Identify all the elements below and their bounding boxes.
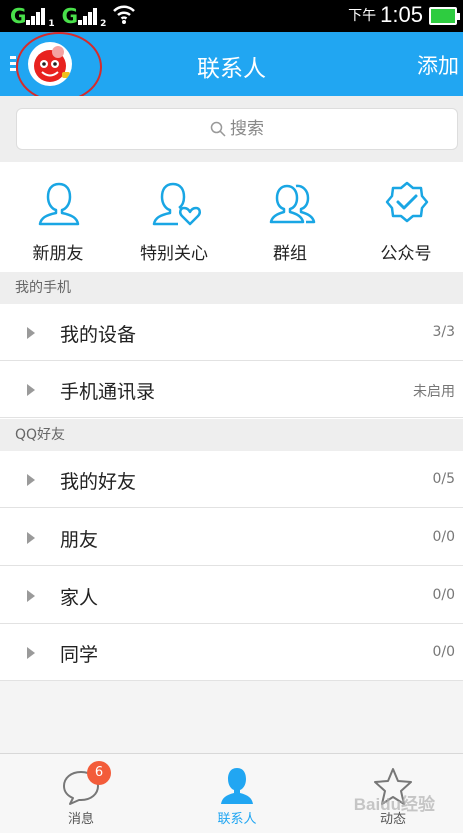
quick-entry-new-friend[interactable]: 新朋友	[0, 162, 116, 272]
carrier-2: G	[61, 4, 79, 28]
signal-bars-icon	[26, 7, 48, 25]
list-item-phone-contacts[interactable]: 手机通讯录 未启用	[0, 361, 463, 418]
contacts-icon	[221, 768, 253, 804]
list-item-count: 0/0	[432, 587, 455, 603]
quick-entry-official-account[interactable]: 公众号	[348, 162, 463, 272]
expand-arrow-icon	[27, 590, 35, 602]
status-bar: G1 G2 下午 1:05	[0, 0, 463, 32]
signal-bars-icon	[78, 7, 100, 25]
quick-entry-label: 公众号	[380, 244, 432, 264]
expand-arrow-icon	[27, 647, 35, 659]
special-care-icon	[152, 182, 201, 226]
list-item-label: 我的设备	[60, 324, 137, 346]
list-item-label: 朋友	[60, 529, 99, 551]
list-item-classmates[interactable]: 同学 0/0	[0, 624, 463, 681]
list-item-count: 未启用	[413, 384, 455, 400]
expand-arrow-icon	[27, 384, 35, 396]
tab-label: 消息	[67, 812, 94, 827]
signal-indicator: G1 G2	[10, 4, 106, 29]
page-title: 联系人	[197, 56, 266, 82]
expand-arrow-icon	[27, 327, 35, 339]
list-item-label: 家人	[60, 587, 99, 609]
title-bar: 联系人 添加	[0, 32, 463, 102]
new-friend-icon	[38, 182, 80, 226]
list-item-my-friends[interactable]: 我的好友 0/5	[0, 451, 463, 508]
quick-entry-label: 新朋友	[32, 244, 84, 264]
clock: 下午 1:05	[348, 2, 423, 27]
watermark: Baidu经验	[353, 795, 435, 814]
battery-icon	[429, 7, 460, 25]
list-item-count: 0/0	[432, 529, 455, 545]
search-icon	[210, 121, 226, 137]
expand-arrow-icon	[27, 474, 35, 486]
sim-1-label: 1	[48, 19, 55, 29]
sim-2-label: 2	[100, 19, 107, 29]
bottom-nav: 6 消息 联系人 动态 Baidu经验	[0, 753, 463, 833]
search-placeholder: 搜索	[230, 119, 264, 139]
official-account-icon	[385, 181, 429, 223]
group-icon	[269, 184, 316, 224]
list-item-count: 0/0	[432, 644, 455, 660]
list-item-label: 手机通讯录	[60, 381, 156, 403]
section-header-my-phone: 我的手机	[0, 272, 463, 304]
tab-messages[interactable]: 6 消息	[4, 754, 158, 833]
quick-entry-label: 特别关心	[140, 244, 208, 264]
quick-entry-group[interactable]: 群组	[232, 162, 348, 272]
search-input[interactable]: 搜索	[16, 108, 458, 150]
tab-label: 联系人	[217, 812, 257, 827]
empty-space	[0, 681, 463, 753]
list-item-count: 0/5	[432, 471, 455, 487]
list-item-label: 同学	[60, 644, 99, 666]
search-area: 搜索	[0, 96, 463, 162]
list-item-family[interactable]: 家人 0/0	[0, 567, 463, 624]
carrier-1: G	[10, 4, 27, 28]
list-item-count: 3/3	[432, 324, 455, 340]
add-button[interactable]: 添加	[417, 50, 459, 80]
unread-badge: 6	[87, 761, 111, 785]
expand-arrow-icon	[27, 532, 35, 544]
list-item-friends[interactable]: 朋友 0/0	[0, 509, 463, 566]
tab-contacts[interactable]: 联系人	[160, 754, 314, 833]
section-header-qq-friends: QQ好友	[0, 419, 463, 451]
list-item-my-devices[interactable]: 我的设备 3/3	[0, 304, 463, 361]
list-item-label: 我的好友	[60, 471, 137, 493]
wifi-icon	[113, 5, 135, 24]
quick-entry-label: 群组	[273, 244, 307, 264]
quick-entries: 新朋友 特别关心 群组 公众号	[0, 162, 463, 272]
quick-entry-special-care[interactable]: 特别关心	[116, 162, 232, 272]
